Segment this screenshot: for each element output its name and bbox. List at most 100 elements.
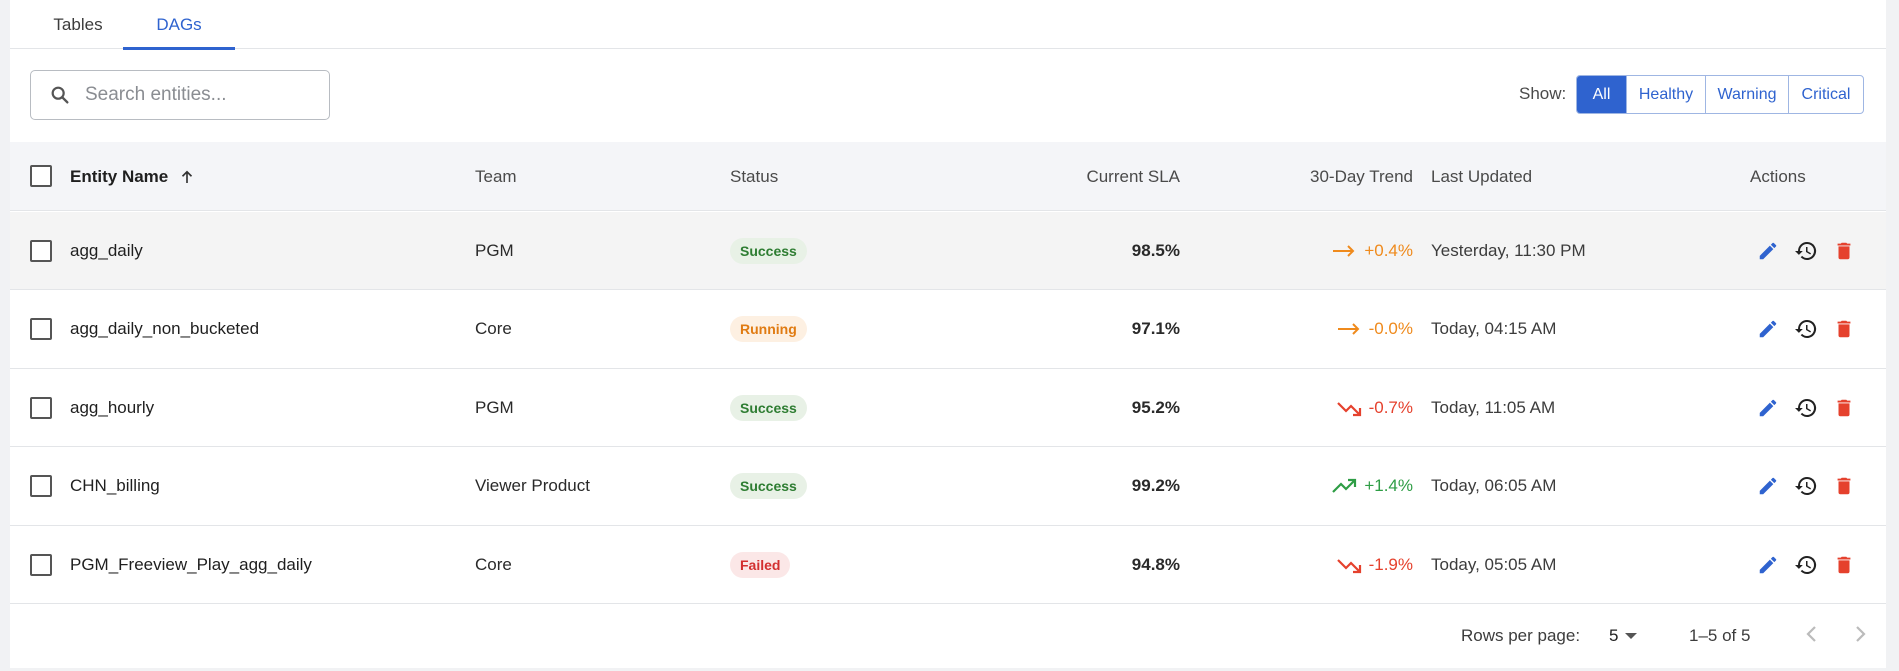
last-updated: Today, 11:05 AM xyxy=(1431,397,1556,417)
trending-down-icon xyxy=(1336,399,1363,417)
next-page-icon[interactable] xyxy=(1848,622,1872,646)
last-updated: Today, 04:15 AM xyxy=(1431,319,1557,338)
trending-flat-icon xyxy=(1332,242,1358,260)
table-row[interactable]: agg_hourly PGM Success 95.2% -0.7% Today… xyxy=(10,369,1886,447)
status-badge: Running xyxy=(730,316,807,342)
current-sla: 97.1% xyxy=(1131,319,1180,338)
column-entity-name[interactable]: Entity Name xyxy=(70,142,196,211)
row-actions xyxy=(1756,291,1856,368)
row-actions xyxy=(1756,448,1856,525)
column-team[interactable]: Team xyxy=(475,142,517,211)
trend-cell: +0.4% xyxy=(1332,212,1413,289)
status-badge: Failed xyxy=(730,551,791,578)
table-row[interactable]: agg_daily PGM Success 98.5% +0.4% Yester… xyxy=(10,212,1886,290)
row-actions xyxy=(1756,212,1856,289)
trending-down-icon xyxy=(1336,556,1363,574)
row-actions xyxy=(1756,526,1856,603)
column-last-updated[interactable]: Last Updated xyxy=(1431,142,1532,211)
delete-icon[interactable] xyxy=(1832,474,1856,498)
edit-icon[interactable] xyxy=(1756,239,1780,263)
delete-icon[interactable] xyxy=(1832,553,1856,577)
rows-per-page-select[interactable]: 5 xyxy=(1609,626,1638,646)
filter-label: Show: xyxy=(1519,84,1567,103)
status-cell: Success xyxy=(730,369,807,446)
current-sla: 94.8% xyxy=(1131,554,1180,574)
last-updated: Today, 06:05 AM xyxy=(1431,476,1557,495)
rows-per-page-value: 5 xyxy=(1609,626,1619,645)
column-trend[interactable]: 30-Day Trend xyxy=(1310,142,1413,211)
trend-value: +1.4% xyxy=(1364,476,1413,495)
team-name: Core xyxy=(475,554,512,574)
tab-bar: Tables DAGs xyxy=(10,0,1886,50)
current-sla: 99.2% xyxy=(1131,476,1180,495)
trend-cell: -1.9% xyxy=(1336,526,1413,603)
trend-value: -0.0% xyxy=(1368,319,1413,338)
row-checkbox[interactable] xyxy=(30,475,52,497)
pagination: Rows per page: 5 1–5 of 5 xyxy=(10,604,1886,668)
team-name: PGM xyxy=(475,240,514,260)
edit-icon[interactable] xyxy=(1756,553,1780,577)
column-actions: Actions xyxy=(1750,166,1806,186)
history-icon[interactable] xyxy=(1794,553,1818,577)
previous-page-icon[interactable] xyxy=(1800,622,1824,646)
current-sla: 95.2% xyxy=(1131,397,1180,417)
row-checkbox[interactable] xyxy=(30,396,52,419)
column-entity-name-label: Entity Name xyxy=(70,166,169,186)
trend-value: +0.4% xyxy=(1364,240,1413,260)
tab-dags[interactable]: DAGs xyxy=(123,0,235,50)
table-header: Entity Name Team Status Current SLA 30-D… xyxy=(10,142,1886,211)
filter-all-button[interactable]: All xyxy=(1577,76,1626,113)
trend-value: -1.9% xyxy=(1368,554,1413,574)
status-cell: Success xyxy=(730,448,807,525)
row-checkbox[interactable] xyxy=(30,318,52,340)
status-cell: Running xyxy=(730,291,807,368)
delete-icon[interactable] xyxy=(1832,239,1856,263)
search-icon xyxy=(51,86,69,104)
dashboard-panel: Tables DAGs Show: All Healthy Warning Cr… xyxy=(10,0,1886,668)
trend-value: -0.7% xyxy=(1368,397,1413,417)
status-cell: Success xyxy=(730,212,807,289)
team-name: Viewer Product xyxy=(475,476,590,495)
edit-icon[interactable] xyxy=(1756,396,1780,420)
status-badge: Success xyxy=(730,394,807,421)
entity-name[interactable]: CHN_billing xyxy=(70,448,160,525)
delete-icon[interactable] xyxy=(1832,317,1856,341)
history-icon[interactable] xyxy=(1794,474,1818,498)
history-icon[interactable] xyxy=(1794,317,1818,341)
entity-name[interactable]: agg_hourly xyxy=(70,369,154,446)
row-checkbox[interactable] xyxy=(30,553,52,576)
status-filter-group: All Healthy Warning Critical xyxy=(1576,75,1864,114)
page-range: 1–5 of 5 xyxy=(1689,626,1751,645)
column-current-sla[interactable]: Current SLA xyxy=(1086,142,1180,211)
history-icon[interactable] xyxy=(1794,396,1818,420)
team-name: PGM xyxy=(475,397,514,417)
filter-critical-button[interactable]: Critical xyxy=(1788,76,1863,113)
status-badge: Success xyxy=(730,473,807,499)
trend-cell: -0.0% xyxy=(1337,291,1413,368)
search-input[interactable] xyxy=(85,84,305,106)
row-checkbox[interactable] xyxy=(30,239,52,262)
last-updated: Today, 05:05 AM xyxy=(1431,554,1557,574)
search-box[interactable] xyxy=(30,70,330,120)
filter-warning-button[interactable]: Warning xyxy=(1705,76,1788,113)
delete-icon[interactable] xyxy=(1832,396,1856,420)
table-row[interactable]: CHN_billing Viewer Product Success 99.2%… xyxy=(10,448,1886,526)
edit-icon[interactable] xyxy=(1756,317,1780,341)
filter-healthy-button[interactable]: Healthy xyxy=(1626,76,1705,113)
edit-icon[interactable] xyxy=(1756,474,1780,498)
team-name: Core xyxy=(475,319,512,338)
history-icon[interactable] xyxy=(1794,239,1818,263)
last-updated: Yesterday, 11:30 PM xyxy=(1431,240,1586,260)
entity-name[interactable]: agg_daily_non_bucketed xyxy=(70,291,259,368)
column-status[interactable]: Status xyxy=(730,142,778,211)
entity-name[interactable]: PGM_Freeview_Play_agg_daily xyxy=(70,526,312,603)
table-row[interactable]: agg_daily_non_bucketed Core Running 97.1… xyxy=(10,291,1886,369)
select-all-checkbox[interactable] xyxy=(30,165,52,187)
caret-down-icon xyxy=(1625,633,1638,639)
row-actions xyxy=(1756,369,1856,446)
trend-cell: -0.7% xyxy=(1336,369,1413,446)
entity-name[interactable]: agg_daily xyxy=(70,212,143,289)
table-row[interactable]: PGM_Freeview_Play_agg_daily Core Failed … xyxy=(10,526,1886,604)
trend-cell: +1.4% xyxy=(1332,448,1413,525)
tab-tables[interactable]: Tables xyxy=(30,0,126,49)
